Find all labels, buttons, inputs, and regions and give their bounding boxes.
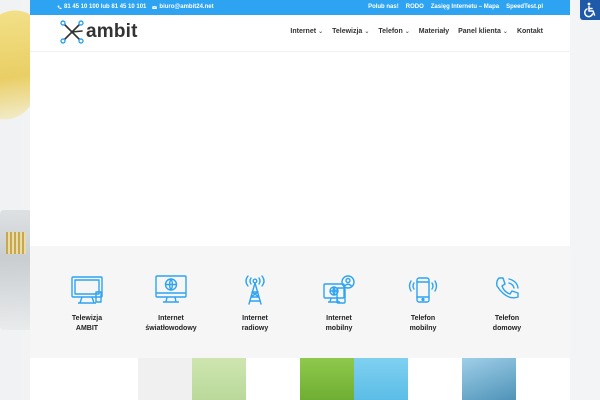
phone-icon bbox=[57, 5, 62, 9]
nav-label: Internet bbox=[290, 28, 317, 35]
service-label: Internet światłowodowy bbox=[145, 315, 197, 332]
nav-item-kontakt[interactable]: Kontakt bbox=[517, 28, 543, 35]
service-internet-mobilny[interactable]: Internet mobilny bbox=[304, 274, 374, 334]
bottom-gallery bbox=[30, 358, 570, 400]
monitor-globe-icon bbox=[155, 275, 187, 303]
logo-network-icon bbox=[60, 20, 84, 44]
top-link-speedtest[interactable]: SpeedTest.pl bbox=[506, 4, 543, 10]
services-section: Telewizja AMBIT Internet światłowodowy I… bbox=[30, 246, 570, 358]
wheelchair-icon bbox=[584, 2, 596, 18]
nav-label: Panel klienta bbox=[458, 28, 501, 35]
service-label: Telewizja AMBIT bbox=[71, 315, 103, 332]
nav-item-panel-klienta[interactable]: Panel klienta ⌄ bbox=[458, 28, 508, 35]
top-links: Polub nas! RODO Zasięg Internetu – Mapa … bbox=[368, 4, 543, 10]
phone-number: 81 45 10 100 lub 81 45 10 101 bbox=[64, 4, 147, 10]
service-label: Internet radiowy bbox=[241, 315, 269, 332]
service-label: Internet mobilny bbox=[325, 315, 353, 332]
nav-label: Telewizja bbox=[332, 28, 363, 35]
radio-tower-icon bbox=[245, 275, 265, 305]
nav-item-materialy[interactable]: Materiały bbox=[419, 28, 449, 35]
hero-section bbox=[30, 52, 570, 246]
chevron-down-icon: ⌄ bbox=[364, 29, 370, 35]
plug-contacts-image bbox=[6, 232, 26, 254]
gallery-tile bbox=[462, 358, 516, 400]
envelope-icon bbox=[152, 5, 158, 9]
phone-contact[interactable]: 81 45 10 100 lub 81 45 10 101 bbox=[57, 4, 146, 10]
chevron-down-icon: ⌄ bbox=[502, 29, 508, 35]
chevron-down-icon: ⌄ bbox=[404, 29, 410, 35]
smartphone-icon bbox=[408, 277, 438, 303]
service-internet-radiowy[interactable]: Internet radiowy bbox=[220, 274, 290, 334]
email-address: biuro@ambit24.net bbox=[159, 4, 214, 10]
gallery-tile bbox=[138, 358, 192, 400]
phone-handset-icon bbox=[496, 277, 519, 299]
accessibility-button[interactable] bbox=[580, 0, 600, 20]
nav-label: Materiały bbox=[418, 28, 450, 35]
service-label: Telefon mobilny bbox=[409, 315, 437, 332]
logo[interactable]: ambit bbox=[60, 20, 138, 44]
top-link-rodo[interactable]: RODO bbox=[406, 4, 424, 10]
top-link-like[interactable]: Polub nas! bbox=[368, 4, 399, 10]
nav-label: Kontakt bbox=[516, 28, 543, 35]
service-internet-swiatlowodowy[interactable]: Internet światłowodowy bbox=[136, 274, 206, 334]
gallery-tile bbox=[354, 358, 408, 400]
top-link-coverage-map[interactable]: Zasięg Internetu – Mapa bbox=[431, 4, 499, 10]
logo-text: ambit bbox=[86, 21, 138, 42]
nav-item-internet[interactable]: Internet ⌄ bbox=[290, 28, 323, 35]
devices-user-icon bbox=[323, 275, 355, 304]
gallery-tile bbox=[192, 358, 246, 400]
site-header: ambit Internet ⌄ Telewizja ⌄ Telefon ⌄ Mate… bbox=[30, 15, 570, 52]
service-label: Telefon domowy bbox=[492, 315, 522, 332]
tv-icon bbox=[71, 276, 103, 304]
ethernet-plug-image bbox=[0, 210, 32, 330]
email-contact[interactable]: biuro@ambit24.net bbox=[152, 4, 214, 10]
main-nav: Internet ⌄ Telewizja ⌄ Telefon ⌄ Materiały … bbox=[290, 28, 543, 35]
nav-label: Telefon bbox=[378, 28, 403, 35]
gallery-tile bbox=[300, 358, 354, 400]
service-telewizja-ambit[interactable]: Telewizja AMBIT bbox=[52, 274, 122, 334]
contact-info: 81 45 10 100 lub 81 45 10 101 biuro@ambi… bbox=[57, 4, 214, 10]
service-telefon-domowy[interactable]: Telefon domowy bbox=[472, 274, 542, 334]
chevron-down-icon: ⌄ bbox=[318, 29, 324, 35]
service-telefon-mobilny[interactable]: Telefon mobilny bbox=[388, 274, 458, 334]
nav-item-telefon[interactable]: Telefon ⌄ bbox=[378, 28, 409, 35]
nav-item-telewizja[interactable]: Telewizja ⌄ bbox=[332, 28, 369, 35]
page-container: 81 45 10 100 lub 81 45 10 101 biuro@ambi… bbox=[30, 0, 570, 400]
top-bar: 81 45 10 100 lub 81 45 10 101 biuro@ambi… bbox=[30, 0, 570, 15]
